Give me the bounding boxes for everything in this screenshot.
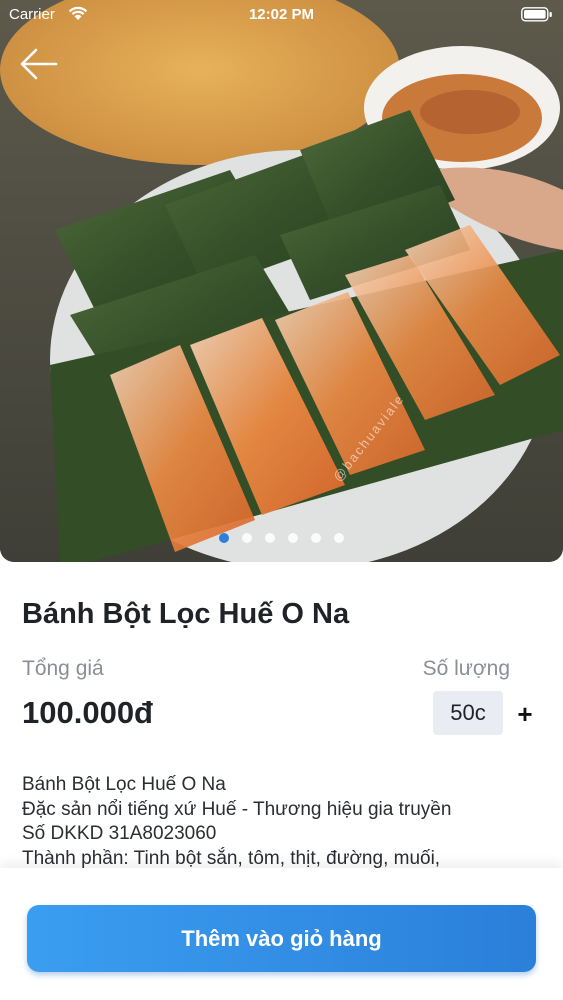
back-button[interactable] <box>18 44 60 84</box>
total-price: 100.000đ <box>22 695 153 730</box>
description-line: Số DKKD 31A8023060 <box>22 823 217 844</box>
product-image-carousel[interactable]: @bachuaviale <box>0 0 563 562</box>
total-price-label: Tổng giá <box>22 657 104 680</box>
quantity-label: Số lượng <box>422 657 510 680</box>
carousel-dot[interactable] <box>334 533 344 543</box>
status-bar: Carrier 12:02 PM <box>0 0 563 30</box>
carousel-dot-active[interactable] <box>219 533 229 543</box>
battery-icon <box>521 7 553 26</box>
carousel-indicator <box>0 533 563 545</box>
carousel-dot[interactable] <box>311 533 321 543</box>
carousel-dot[interactable] <box>288 533 298 543</box>
carousel-dot[interactable] <box>242 533 252 543</box>
product-title: Bánh Bột Lọc Huế O Na <box>22 598 350 630</box>
description-line: Đặc sản nổi tiếng xứ Huế - Thương hiệu g… <box>22 798 452 820</box>
increase-quantity-button[interactable]: + <box>512 699 538 729</box>
add-to-cart-button[interactable]: Thêm vào giỏ hàng <box>27 905 536 972</box>
product-photo <box>0 0 563 562</box>
arrow-left-icon <box>20 48 58 80</box>
product-description: Bánh Bột Lọc Huế O Na Đặc sản nổi tiếng … <box>22 773 542 871</box>
carousel-dot[interactable] <box>265 533 275 543</box>
clock: 12:02 PM <box>248 6 315 23</box>
description-line: Bánh Bột Lọc Huế O Na <box>22 774 226 795</box>
quantity-value[interactable]: 50c <box>433 691 503 735</box>
